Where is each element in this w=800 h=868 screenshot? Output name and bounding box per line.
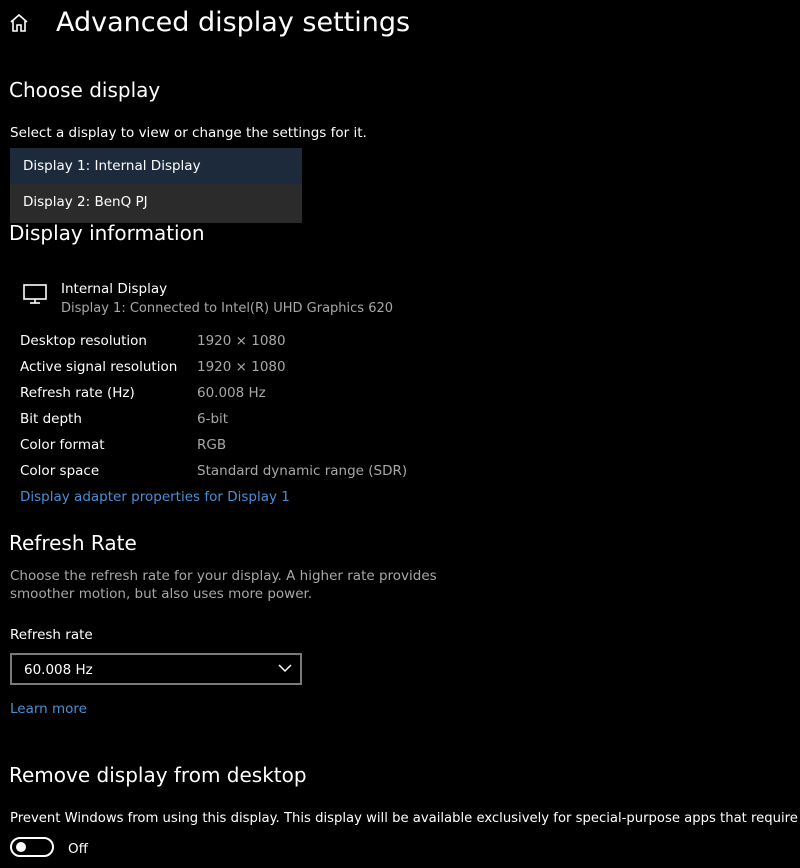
remove-display-toggle[interactable] (10, 837, 54, 857)
chevron-down-icon (278, 664, 292, 673)
choose-display-title: Choose display (9, 78, 161, 102)
choose-display-description: Select a display to view or change the s… (10, 125, 367, 141)
info-value-color-space: Standard dynamic range (SDR) (197, 463, 408, 479)
display-option-benq[interactable]: Display 2: BenQ PJ (10, 184, 302, 220)
info-value-desktop-resolution: 1920 × 1080 (197, 333, 286, 349)
info-label-desktop-resolution: Desktop resolution (20, 333, 147, 349)
info-label-bit-depth: Bit depth (20, 411, 82, 427)
display-subtitle: Display 1: Connected to Intel(R) UHD Gra… (61, 301, 394, 316)
info-value-active-signal-resolution: 1920 × 1080 (197, 359, 286, 375)
refresh-rate-description-line1: Choose the refresh rate for your display… (10, 568, 437, 584)
remove-display-title: Remove display from desktop (9, 763, 307, 787)
info-value-color-format: RGB (197, 437, 227, 453)
refresh-rate-select[interactable]: 60.008 Hz (10, 653, 302, 685)
info-label-color-format: Color format (20, 437, 105, 453)
learn-more-link[interactable]: Learn more (10, 700, 87, 718)
remove-display-description: Prevent Windows from using this display.… (10, 811, 800, 826)
display-dropdown-list[interactable]: Display 1: Internal Display Display 2: B… (10, 148, 302, 223)
monitor-icon (23, 284, 47, 304)
info-label-refresh-rate: Refresh rate (Hz) (20, 385, 135, 401)
info-label-active-signal-resolution: Active signal resolution (20, 359, 178, 375)
toggle-state-label: Off (68, 841, 88, 857)
refresh-rate-selected-value: 60.008 Hz (24, 662, 93, 678)
display-option-internal[interactable]: Display 1: Internal Display (10, 148, 302, 184)
info-label-color-space: Color space (20, 463, 100, 479)
refresh-rate-description-line2: smoother motion, but also uses more powe… (10, 586, 313, 602)
info-value-bit-depth: 6-bit (197, 411, 229, 427)
display-name: Internal Display (61, 281, 168, 297)
info-value-refresh-rate: 60.008 Hz (197, 385, 266, 401)
display-adapter-properties-link[interactable]: Display adapter properties for Display 1 (20, 488, 290, 506)
display-information-title: Display information (9, 221, 205, 245)
refresh-rate-field-label: Refresh rate (10, 627, 93, 643)
refresh-rate-title: Refresh Rate (9, 531, 137, 555)
home-icon[interactable] (8, 12, 30, 34)
page-title: Advanced display settings (56, 7, 411, 38)
toggle-knob (16, 842, 26, 852)
